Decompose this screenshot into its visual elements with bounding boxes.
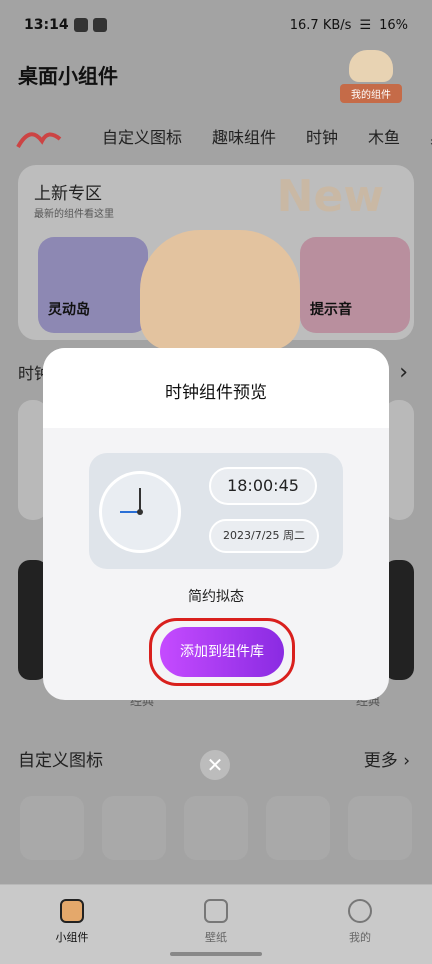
- icon-thumbnail[interactable]: [184, 796, 248, 860]
- page-backdrop: 13:14 16.7 KB/s ☰ 16% 桌面小组件 我的组件 自定义图标 趣…: [0, 0, 432, 964]
- nav-widgets-label: 小组件: [55, 931, 89, 944]
- notification-sound-label: 提示音: [310, 302, 352, 318]
- new-zone-subtitle: 最新的组件看这里: [34, 209, 114, 220]
- nav-mine-label: 我的: [349, 931, 371, 944]
- status-bar: 13:14 16.7 KB/s ☰ 16%: [0, 0, 432, 50]
- icon-thumbnail[interactable]: [348, 796, 412, 860]
- analog-clock-icon: [99, 471, 181, 553]
- profile-icon: [348, 899, 372, 923]
- icon-thumbnail[interactable]: [266, 796, 330, 860]
- tab-wooden-fish[interactable]: 木鱼: [368, 124, 400, 148]
- status-time: 13:14: [24, 17, 69, 33]
- highlight-outline: 添加到组件库: [149, 618, 295, 686]
- icon-thumbnail[interactable]: [102, 796, 166, 860]
- close-icon[interactable]: ✕: [200, 750, 230, 780]
- bear-mascot-icon: [349, 50, 393, 82]
- dynamic-island-card[interactable]: 灵动岛: [38, 237, 148, 333]
- new-zone-title: 上新专区: [34, 184, 102, 204]
- dynamic-island-label: 灵动岛: [48, 302, 90, 318]
- new-watermark: New: [276, 171, 384, 222]
- add-to-library-button[interactable]: 添加到组件库: [160, 627, 284, 677]
- network-speed: 16.7 KB/s: [289, 17, 352, 33]
- my-widgets-label: 我的组件: [340, 84, 402, 103]
- my-widgets-button[interactable]: 我的组件: [340, 50, 402, 103]
- notification-icon: [73, 18, 88, 32]
- brand-logo-icon: [16, 121, 72, 151]
- notification-sound-card[interactable]: 提示音: [300, 237, 410, 333]
- more-label: 更多: [363, 751, 398, 771]
- cat-mascot-icon: [140, 230, 300, 350]
- widget-icon: [60, 899, 84, 923]
- preview-dialog: 时钟组件预览 18:00:45 2023/7/25 周二 简约拟态 添加到组件库: [43, 348, 389, 700]
- wifi-icon: ☰: [359, 17, 372, 33]
- custom-icons-title: 自定义图标: [18, 751, 103, 771]
- chevron-right-icon[interactable]: ›: [399, 360, 408, 385]
- notification-icon: [92, 18, 107, 32]
- category-tabs: 自定义图标 趣味组件 时钟 木鱼 桌: [0, 118, 432, 154]
- tab-clock[interactable]: 时钟: [306, 124, 338, 148]
- home-indicator: [170, 952, 262, 956]
- nav-widgets[interactable]: 小组件: [0, 885, 144, 964]
- date-display: 2023/7/25 周二: [209, 519, 319, 553]
- clock-widget-preview: 18:00:45 2023/7/25 周二: [89, 453, 343, 569]
- more-link[interactable]: 更多 ›: [364, 746, 410, 771]
- image-icon: [204, 899, 228, 923]
- tab-custom-icons[interactable]: 自定义图标: [102, 124, 182, 148]
- dialog-title: 时钟组件预览: [165, 383, 267, 403]
- tab-fun-widgets[interactable]: 趣味组件: [212, 124, 276, 148]
- nav-mine[interactable]: 我的: [288, 885, 432, 964]
- nav-wallpaper-label: 壁纸: [205, 931, 227, 944]
- page-title: 桌面小组件: [18, 64, 118, 88]
- style-name: 简约拟态: [188, 589, 244, 605]
- custom-icons-row: [20, 796, 420, 860]
- battery-level: 16%: [379, 17, 408, 33]
- digital-time: 18:00:45: [209, 467, 317, 505]
- icon-thumbnail[interactable]: [20, 796, 84, 860]
